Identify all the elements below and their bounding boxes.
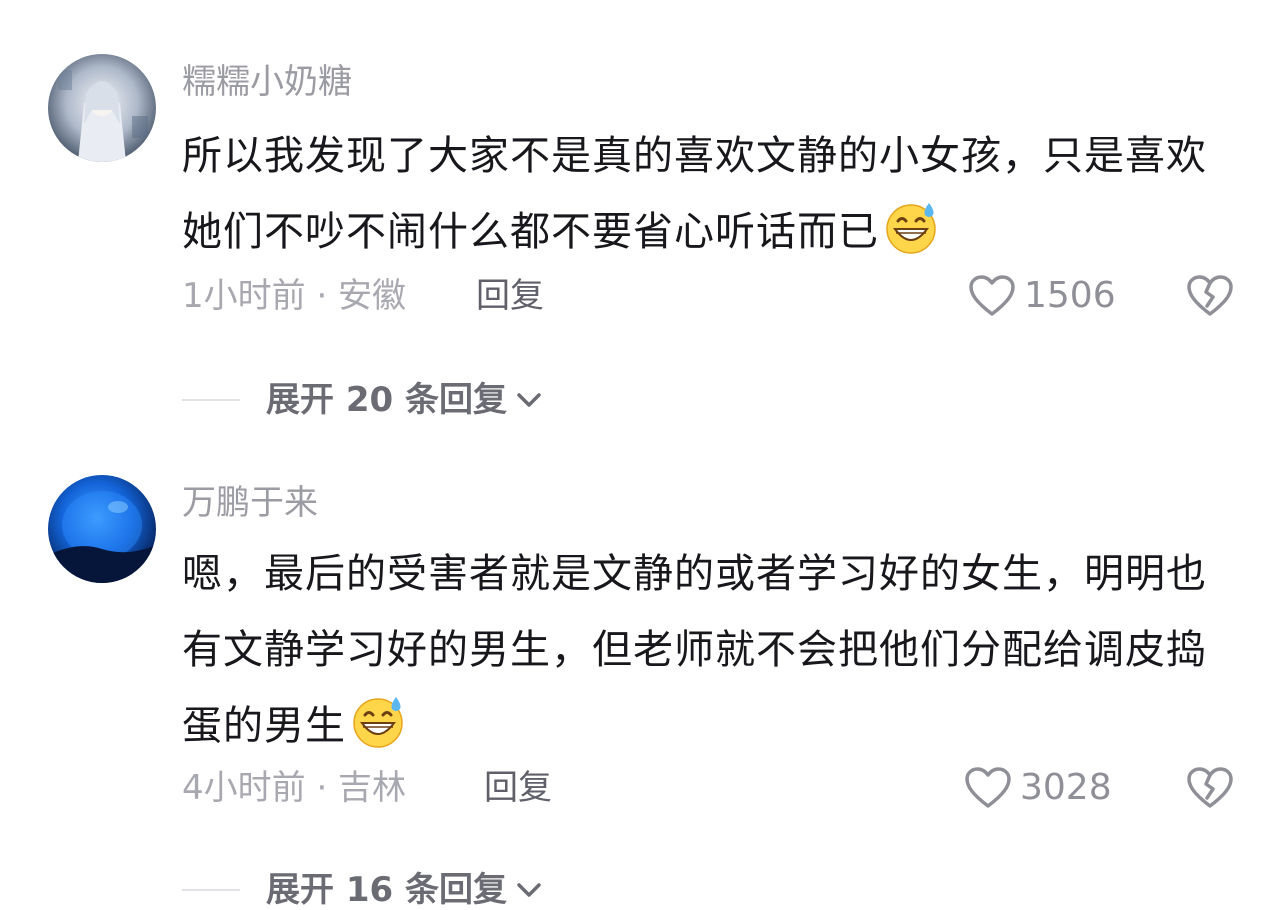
comment-meta: 4小时前 · 吉林 xyxy=(182,768,407,808)
heart-outline-icon xyxy=(965,767,1011,808)
comment-text-content: 所以我发现了大家不是真的喜欢文静的小女孩，只是喜欢她们不吵不闹什么都不要省心听话… xyxy=(182,133,1207,255)
reply-button[interactable]: 回复 xyxy=(484,768,552,808)
chevron-down-icon xyxy=(517,883,541,897)
avatar-image xyxy=(48,54,156,162)
like-count: 1506 xyxy=(1024,275,1116,316)
divider-line xyxy=(182,399,240,401)
expand-replies-button[interactable]: 展开 16 条回复 xyxy=(182,870,543,910)
username[interactable]: 糯糯小奶糖 xyxy=(182,62,352,102)
like-button[interactable]: 1506 xyxy=(968,274,1116,318)
comment-item: 万鹏于来 嗯，最后的受害者就是文静的或者学习好的女生，明明也有文静学习好的男生，… xyxy=(0,450,1284,910)
comment-text-content: 嗯，最后的受害者就是文静的或者学习好的女生，明明也有文静学习好的男生，但老师就不… xyxy=(182,551,1207,749)
divider-line xyxy=(182,889,240,891)
comment-item: 糯糯小奶糖 所以我发现了大家不是真的喜欢文静的小女孩，只是喜欢她们不吵不闹什么都… xyxy=(0,0,1284,450)
comment-text: 嗯，最后的受害者就是文静的或者学习好的女生，明明也有文静学习好的男生，但老师就不… xyxy=(182,536,1212,764)
broken-heart-icon xyxy=(1187,275,1233,316)
expand-replies-label: 展开 20 条回复 xyxy=(266,380,507,420)
broken-heart-icon xyxy=(1187,767,1233,808)
heart-outline-icon xyxy=(969,275,1015,316)
expand-replies-label: 展开 16 条回复 xyxy=(266,870,507,910)
like-button[interactable]: 3028 xyxy=(964,766,1112,810)
like-count: 3028 xyxy=(1020,767,1112,808)
dislike-button[interactable] xyxy=(1186,766,1234,814)
dislike-button[interactable] xyxy=(1186,274,1234,322)
chevron-down-icon xyxy=(517,393,541,407)
avatar[interactable] xyxy=(48,54,156,162)
avatar-image xyxy=(48,475,156,583)
comment-text: 所以我发现了大家不是真的喜欢文静的小女孩，只是喜欢她们不吵不闹什么都不要省心听话… xyxy=(182,118,1212,270)
username[interactable]: 万鹏于来 xyxy=(182,483,318,523)
comment-meta: 1小时前 · 安徽 xyxy=(182,276,407,316)
grinning-sweat-emoji-icon xyxy=(886,203,936,254)
reply-button[interactable]: 回复 xyxy=(476,276,544,316)
expand-replies-button[interactable]: 展开 20 条回复 xyxy=(182,380,543,420)
avatar[interactable] xyxy=(48,475,156,583)
grinning-sweat-emoji-icon xyxy=(353,697,403,748)
